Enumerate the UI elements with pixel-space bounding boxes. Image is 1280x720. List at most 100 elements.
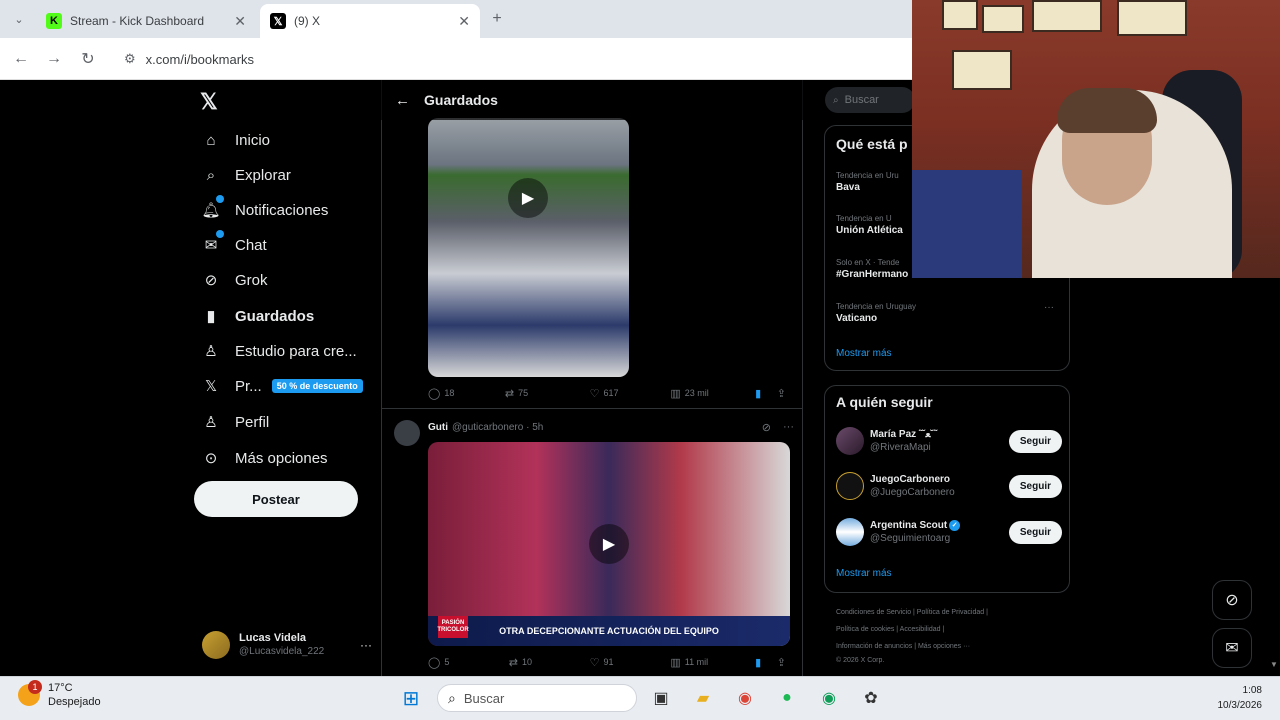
nav-label: Inicio <box>235 131 271 149</box>
close-tab-icon[interactable]: ✕ <box>458 13 470 30</box>
footer-link[interactable]: Condiciones de Servicio | Política de Pr… <box>836 609 988 616</box>
more-icon[interactable]: ··· <box>360 638 372 652</box>
bookmark-filled-icon: ▮ <box>755 656 762 669</box>
task-view-icon[interactable]: ▣ <box>648 685 674 711</box>
time: 1:08 <box>1242 685 1262 696</box>
spotify-icon[interactable]: ● <box>774 685 800 711</box>
nav-perfil[interactable]: ♙ Perfil <box>200 404 269 440</box>
notification-dot <box>216 195 224 203</box>
more-icon[interactable]: ··· <box>1044 302 1054 313</box>
forward-icon[interactable]: → <box>43 48 65 70</box>
person-icon: ♙ <box>204 414 218 431</box>
repost-button[interactable]: ⇄ 75 <box>505 387 590 400</box>
avatar <box>202 631 230 659</box>
suggestion-handle: @RiveraMapi <box>870 442 931 453</box>
post-video-thumbnail[interactable]: ▶ <box>428 118 629 377</box>
suggestion-handle: @JuegoCarbonero <box>870 487 955 498</box>
weather-widget[interactable]: 1 17°C Despejado <box>18 680 101 709</box>
footer-link[interactable]: Información de anuncios | Más opciones ·… <box>836 643 970 650</box>
close-tab-icon[interactable]: ✕ <box>234 13 246 30</box>
post-button[interactable]: Postear <box>194 481 358 517</box>
trend-item[interactable]: Tendencia en Uru Bava <box>836 170 899 194</box>
site-settings-icon[interactable]: ⚙ <box>124 51 136 67</box>
grok-icon[interactable]: ⊘ <box>1212 580 1252 620</box>
follow-button[interactable]: Seguir <box>1008 429 1062 453</box>
share-button[interactable]: ⇪ <box>777 387 790 400</box>
trend-category: Tendencia en Uru <box>836 171 899 180</box>
show-more-link[interactable]: Mostrar más <box>836 348 892 359</box>
views-button[interactable]: ▥ 11 mil <box>670 656 755 669</box>
share-button[interactable]: ⇪ <box>777 656 790 669</box>
post-header: Guti @guticarbonero · 5h ⊘ ··· <box>394 417 794 446</box>
search-input[interactable]: ⌕ Buscar <box>825 87 915 113</box>
bookmark-button[interactable]: ▮ <box>755 656 777 669</box>
search-placeholder: Buscar <box>844 94 879 106</box>
nav-guardados[interactable]: ▮ Guardados <box>200 298 314 334</box>
play-icon[interactable]: ▶ <box>508 178 548 218</box>
follow-suggestion[interactable]: JuegoCarbonero @JuegoCarbonero Seguir <box>836 468 1062 504</box>
nav-mas-opciones[interactable]: ⊙ Más opciones <box>200 440 328 476</box>
back-icon[interactable]: ← <box>10 48 32 70</box>
views-button[interactable]: ▥ 23 mil <box>670 387 755 400</box>
streamer-hair <box>1057 88 1157 133</box>
reply-button[interactable]: ◯ 18 <box>428 387 505 400</box>
chrome-icon[interactable]: ◉ <box>732 685 758 711</box>
windows-taskbar <box>0 676 1280 720</box>
back-arrow-icon[interactable]: ← <box>395 92 410 109</box>
follow-suggestion[interactable]: María Paz ˜˘ﻌ˘˜ @RiveraMapi Seguir <box>836 423 1062 459</box>
avatar <box>836 472 864 500</box>
like-button[interactable]: ♡ 617 <box>590 387 671 400</box>
nav-explorar[interactable]: ⌕ Explorar <box>200 157 291 193</box>
follow-button[interactable]: Seguir <box>1008 520 1062 544</box>
x-icon: 𝕏 <box>270 13 286 29</box>
trend-item[interactable]: Tendencia en Uruguay Vaticano <box>836 301 916 325</box>
nav-premium[interactable]: 𝕏 Pr... 50 % de descuento <box>200 368 363 404</box>
messages-icon[interactable]: ✉ <box>1212 628 1252 668</box>
new-tab-icon[interactable]: + <box>486 8 508 30</box>
avatar[interactable] <box>394 420 420 446</box>
tab-kick-dashboard[interactable]: K Stream - Kick Dashboard ✕ <box>36 4 256 38</box>
heart-icon: ♡ <box>589 387 600 400</box>
tab-x[interactable]: 𝕏 (9) X ✕ <box>260 4 480 38</box>
post-video-thumbnail[interactable]: ▶ OTRA DECEPCIONANTE ACTUACIÓN DEL EQUIP… <box>428 442 790 646</box>
tab-list-chevron-icon[interactable]: ⌄ <box>8 8 30 30</box>
follow-suggestion[interactable]: Argentina Scout ✓ @Seguimientoarg Seguir <box>836 514 1062 550</box>
alert-badge: 1 <box>28 680 42 694</box>
date: 10/3/2026 <box>1217 700 1263 711</box>
windows-start-icon[interactable]: ⊞ <box>398 685 424 711</box>
post-author[interactable]: Guti <box>428 422 448 433</box>
x-logo-icon[interactable]: 𝕏 <box>200 89 218 115</box>
like-button[interactable]: ♡ 91 <box>590 656 671 669</box>
heart-icon: ♡ <box>589 656 600 669</box>
search-icon: ⌕ <box>206 166 216 184</box>
nav-inicio[interactable]: ⌂ Inicio <box>200 122 270 158</box>
account-switcher[interactable]: Lucas Videla @Lucasvidela_222 ··· <box>202 628 372 662</box>
bookmark-button[interactable]: ▮ <box>755 387 777 400</box>
trend-item[interactable]: Solo en X · Tende #GranHermano <box>836 257 908 281</box>
footer-link[interactable]: Política de cookies | Accesibilidad | <box>836 626 944 633</box>
post-handle-time[interactable]: @guticarbonero · 5h <box>452 422 543 433</box>
app-icon[interactable]: ✿ <box>858 685 884 711</box>
system-clock[interactable]: 1:08 10/3/2026 <box>1212 683 1263 713</box>
post-actions: ◯ 18 ⇄ 75 ♡ 617 ▥ 23 mil ▮ ⇪ <box>428 384 790 402</box>
follow-button[interactable]: Seguir <box>1008 474 1062 498</box>
show-more-link[interactable]: Mostrar más <box>836 568 892 579</box>
chrome-profile-icon[interactable]: ◉ <box>816 685 842 711</box>
reload-icon[interactable]: ↻ <box>77 48 99 70</box>
repost-button[interactable]: ⇄ 10 <box>509 656 590 669</box>
play-icon[interactable]: ▶ <box>589 524 629 564</box>
nav-grok[interactable]: ⊘ Grok <box>200 262 268 298</box>
nav-notificaciones[interactable]: 🔔︎ Notificaciones <box>200 192 328 228</box>
scrollbar-arrow-icon[interactable]: ▼ <box>1270 660 1278 669</box>
nav-estudio[interactable]: ♙ Estudio para cre... <box>200 333 356 369</box>
taskbar-search[interactable]: ⌕ Buscar <box>437 684 637 712</box>
file-explorer-icon[interactable]: ▰ <box>690 685 716 711</box>
trend-item[interactable]: Tendencia en U Unión Atlética <box>836 213 903 237</box>
address-bar[interactable]: ⚙ x.com/i/bookmarks <box>114 45 904 73</box>
grok-icon[interactable]: ⊘ <box>762 421 771 434</box>
nav-chat[interactable]: ✉ Chat <box>200 227 267 263</box>
more-icon[interactable]: ··· <box>783 421 794 434</box>
url-text: x.com/i/bookmarks <box>145 51 255 67</box>
home-icon: ⌂ <box>206 131 216 149</box>
reply-button[interactable]: ◯ 5 <box>428 656 509 669</box>
